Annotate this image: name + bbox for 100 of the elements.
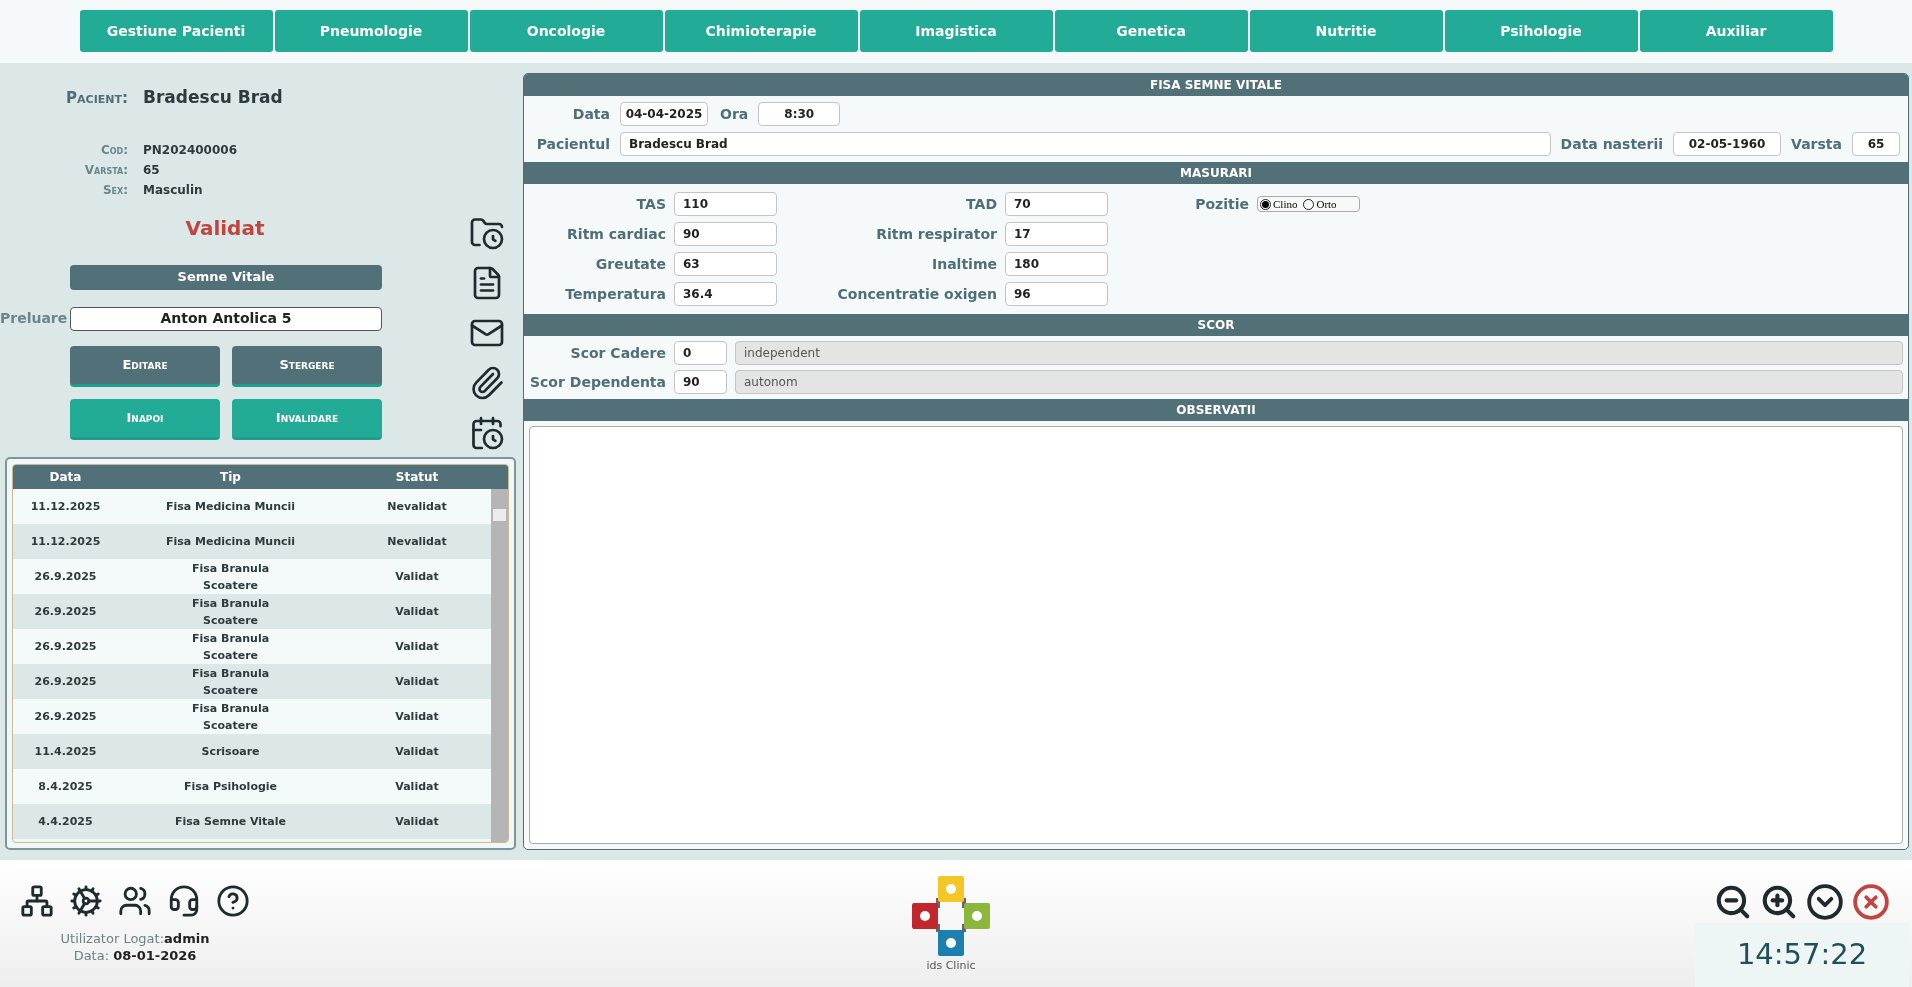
field-label: Ora [720, 104, 749, 124]
field-label: Scor Cadere [569, 343, 666, 363]
field-label: Scor Dependenta [529, 372, 666, 392]
field-label: Data [571, 104, 610, 124]
measurement-field[interactable]: 96 [1005, 282, 1108, 306]
table-row[interactable]: 8.4.2025 Fisa Psihologie Validat [13, 769, 491, 804]
section-header: OBSERVATII [524, 399, 1908, 421]
logo-text: ids Clinic [926, 958, 976, 974]
table-cell-text: 26.9.2025 [33, 674, 98, 690]
table-cell-text: Validat [394, 814, 440, 830]
measurement-field[interactable]: 36.4 [674, 282, 777, 306]
table-row[interactable]: 26.9.2025 Fisa Branula Scoatere Validat [13, 699, 491, 734]
table-row[interactable]: 11.12.2025 Fisa Medicina Muncii Nevalidat [13, 489, 491, 524]
field-label: Ritm cardiac [566, 224, 666, 244]
field-label: Ritm respirator [875, 224, 997, 244]
measurement-field[interactable]: 70 [1005, 192, 1108, 216]
table-cell-text: Nevalidat [386, 499, 448, 515]
zoom-in-icon[interactable] [1760, 883, 1798, 921]
age-field[interactable]: 65 [1852, 132, 1900, 156]
table-row[interactable]: 11.12.2025 Fisa Medicina Muncii Nevalidat [13, 524, 491, 559]
radio-option[interactable]: Orto [1303, 195, 1337, 213]
action-button[interactable]: Editare [70, 345, 220, 387]
table-row[interactable]: 26.9.2025 Fisa Branula Scoatere Validat [13, 594, 491, 629]
table-cell-text: Fisa Semne Vitale [173, 814, 288, 830]
table-cell-text: 26.9.2025 [33, 604, 98, 620]
measurement-field[interactable]: 17 [1005, 222, 1108, 246]
clock: 14:57:22 [1695, 923, 1909, 987]
table-row[interactable]: 26.9.2025 Fisa Branula Scoatere Validat [13, 664, 491, 699]
score-description-field[interactable]: autonom [735, 370, 1903, 394]
date-field[interactable]: 04-04-2025 [620, 102, 708, 126]
column-header: Tip [219, 469, 242, 486]
table-cell-text: Validat [394, 779, 440, 795]
field-label: Sex: [101, 181, 128, 199]
field-label: Data nasterii [1560, 134, 1664, 154]
table-cell-text: Fisa Branula Scoatere [190, 630, 271, 664]
logo-icon [910, 874, 992, 958]
field-label: Pacientul [535, 134, 610, 154]
table-cell-text: 11.12.2025 [29, 534, 102, 550]
table-cell-text: Fisa Branula Scoatere [190, 665, 271, 699]
field-value: PN202400006 [143, 141, 237, 159]
table-cell-text: Validat [394, 569, 440, 585]
table-cell-text: 4.4.2025 [37, 814, 94, 830]
current-date-text: Data: 08-01-2026 [73, 947, 197, 964]
table-cell-text: Validat [394, 639, 440, 655]
measurement-field[interactable]: 90 [674, 222, 777, 246]
table-cell-text: 26.9.2025 [33, 639, 98, 655]
field-label: Cod: [99, 141, 128, 159]
section-header: Semne Vitale [70, 264, 382, 290]
patient-name: Bradescu Brad [143, 86, 283, 109]
field-label: Pacient: [65, 88, 128, 109]
field-value: 65 [143, 161, 160, 179]
field-label: Preluare [0, 309, 69, 328]
measurement-field[interactable]: 110 [674, 192, 777, 216]
table-row[interactable]: 4.4.2025 Fisa Semne Vitale Validat [13, 804, 491, 839]
field-label: Concentratie oxigen [836, 284, 997, 304]
action-button[interactable]: Stergere [232, 345, 382, 387]
table-row[interactable]: 26.9.2025 Fisa Branula Scoatere Validat [13, 559, 491, 594]
zoom-out-icon[interactable] [1714, 883, 1752, 921]
column-header: Data [48, 469, 83, 486]
table-cell-text: 11.12.2025 [29, 499, 102, 515]
table-cell-text: Validat [394, 604, 440, 620]
field-label: Inaltime [931, 254, 997, 274]
table-row[interactable]: 11.4.2025 Scrisoare Validat [13, 734, 491, 769]
score-field[interactable]: 90 [674, 370, 727, 394]
network-icon[interactable] [18, 882, 56, 920]
field-label: Greutate [594, 254, 666, 274]
measurement-field[interactable]: 180 [1005, 252, 1108, 276]
close-icon[interactable] [1852, 883, 1890, 921]
radio-option[interactable]: Clino [1260, 195, 1298, 213]
field-label: Varsta [1791, 134, 1842, 154]
field-label: Pozitie [1194, 194, 1249, 214]
table-cell-text: Fisa Branula Scoatere [190, 700, 271, 734]
observations-field[interactable] [529, 426, 1903, 844]
score-description-field[interactable]: independent [735, 341, 1903, 365]
field-label: Temperatura [564, 284, 666, 304]
table-cell-text: Fisa Medicina Muncii [164, 534, 297, 550]
preluare-field[interactable]: Anton Antolica 5 [70, 306, 382, 331]
patient-field[interactable]: Bradescu Brad [620, 132, 1551, 156]
measurement-field[interactable]: 63 [674, 252, 777, 276]
table-cell-text: 11.4.2025 [33, 744, 98, 760]
table-cell-text: 26.9.2025 [33, 709, 98, 725]
scrollbar[interactable] [491, 489, 508, 842]
field-value: Masculin [143, 181, 203, 199]
table-cell-text: 26.9.2025 [33, 569, 98, 585]
field-label: TAD [965, 194, 997, 214]
field-label: TAS [635, 194, 666, 214]
birth-date-field[interactable]: 02-05-1960 [1673, 132, 1782, 156]
table-cell-text: Scrisoare [200, 744, 261, 760]
table-cell-text: Fisa Branula Scoatere [190, 560, 271, 594]
table-cell-text: Validat [394, 744, 440, 760]
time-field[interactable]: 8:30 [758, 102, 841, 126]
chevron-down-icon[interactable] [1806, 883, 1844, 921]
help-icon[interactable] [214, 882, 252, 920]
table-row[interactable]: 26.9.2025 Fisa Branula Scoatere Validat [13, 629, 491, 664]
status-text: Validat [185, 214, 265, 242]
section-header: SCOR [524, 314, 1908, 336]
table-cell-text: Nevalidat [386, 534, 448, 550]
table-cell-text: Fisa Branula Scoatere [190, 595, 271, 629]
field-label: Varsta: [83, 161, 128, 179]
score-field[interactable]: 0 [674, 341, 727, 365]
